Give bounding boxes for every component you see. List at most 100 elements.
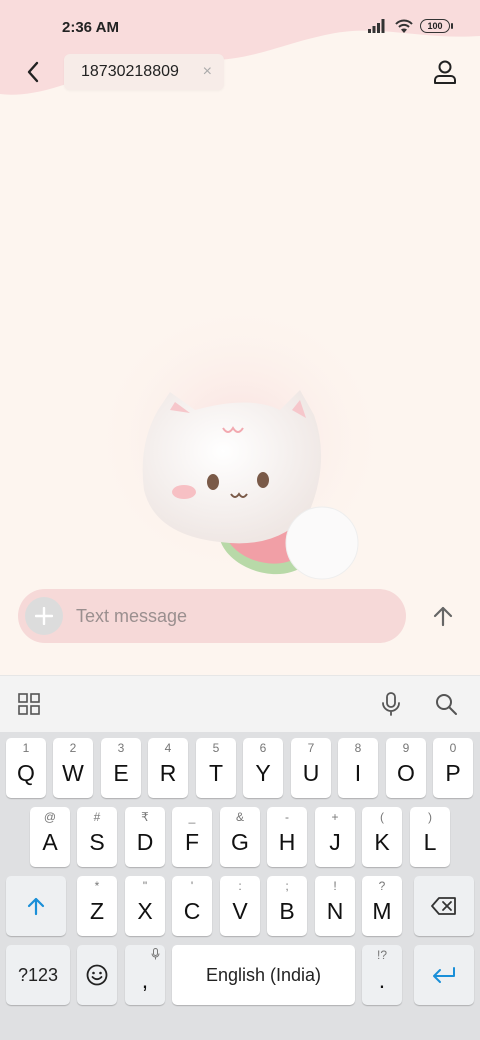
backspace-icon	[431, 897, 456, 915]
key-s[interactable]: # S	[77, 807, 117, 867]
key-hint: 1	[22, 741, 30, 755]
contact-button[interactable]	[432, 58, 458, 86]
space-key[interactable]: English (India)	[172, 945, 355, 1005]
key-z[interactable]: * Z	[77, 876, 117, 936]
mic-hint-icon	[151, 948, 160, 960]
key-label: M	[372, 897, 392, 924]
message-composer	[18, 589, 406, 643]
key-j[interactable]: + J	[315, 807, 355, 867]
conversation-header: 18730218809 ×	[0, 50, 480, 96]
key-u[interactable]: 7U	[291, 738, 331, 798]
period-key[interactable]: !?.	[362, 945, 402, 1005]
key-r[interactable]: 4R	[148, 738, 188, 798]
key-label: O	[397, 759, 415, 786]
emoji-icon	[86, 964, 108, 986]
keyboard: 1Q 2W 3E 4R 5T 6Y 7U 8I 9O 0P @ A # S ₹ D _…	[0, 732, 480, 1040]
key-h[interactable]: -H	[267, 807, 307, 867]
key-l[interactable]: ) L	[410, 807, 450, 867]
key-label: I	[354, 759, 362, 786]
key-n[interactable]: ! N	[315, 876, 355, 936]
key-v[interactable]: :V	[220, 876, 260, 936]
key-y[interactable]: 6Y	[243, 738, 283, 798]
shift-key[interactable]	[6, 876, 66, 936]
search-icon[interactable]	[434, 692, 458, 716]
attach-button[interactable]	[25, 597, 63, 635]
key-hint: (	[380, 810, 384, 824]
key-hint: 8	[354, 741, 362, 755]
emoji-key[interactable]	[77, 945, 117, 1005]
key-p[interactable]: 0P	[433, 738, 473, 798]
send-button[interactable]	[428, 601, 458, 631]
back-button[interactable]	[18, 56, 48, 88]
key-hint: ;	[285, 879, 289, 893]
keyboard-toolbar	[0, 675, 480, 732]
signal-icon	[368, 19, 385, 33]
key-hint: !	[333, 879, 337, 893]
symbols-key[interactable]: ?123	[6, 945, 70, 1005]
key-label: J	[329, 828, 341, 855]
key-hint: 7	[307, 741, 315, 755]
key-hint: !?	[376, 948, 387, 962]
key-label: Y	[255, 759, 271, 786]
key-label: T	[208, 759, 224, 786]
enter-arrow	[433, 967, 455, 983]
enter-icon	[433, 967, 455, 983]
key-label: B	[279, 897, 295, 924]
key-b[interactable]: ; B	[267, 876, 307, 936]
key-label: S	[89, 828, 105, 855]
key-d[interactable]: ₹ D	[125, 807, 165, 867]
key-hint: @	[43, 810, 57, 824]
key-x[interactable]: " X	[125, 876, 165, 936]
key-label: W	[62, 759, 84, 786]
key-hint: ?	[378, 879, 386, 893]
status-icons: 100	[368, 18, 453, 34]
comma-key[interactable]: ,	[125, 945, 165, 1005]
key-hint: )	[428, 810, 432, 824]
battery-level: 100	[427, 21, 443, 31]
key-label: Z	[89, 897, 105, 924]
enter-key[interactable]	[414, 945, 474, 1005]
recipient-number: 18730218809	[81, 63, 179, 80]
contact-icon	[434, 60, 456, 84]
key-k[interactable]: (K	[362, 807, 402, 867]
space-key-label: English (India)	[205, 964, 322, 985]
key-label: L	[423, 828, 437, 855]
mic-icon[interactable]	[380, 692, 402, 716]
key-i[interactable]: 8I	[338, 738, 378, 798]
wifi-icon	[395, 19, 413, 33]
key-hint: 0	[449, 741, 457, 755]
key-label: G	[231, 828, 249, 855]
shift-arrow-icon	[27, 897, 45, 916]
key-g[interactable]: & G	[220, 807, 260, 867]
remove-recipient-icon[interactable]: ×	[203, 63, 212, 81]
key-hint: _	[188, 810, 196, 824]
mic-hint-capsule	[153, 948, 158, 956]
battery-icon: 100	[420, 19, 453, 33]
key-o[interactable]: 9O	[386, 738, 426, 798]
emoji-smile	[91, 976, 103, 981]
key-m[interactable]: ? M	[362, 876, 402, 936]
cat-mascot-illustration	[100, 300, 390, 580]
key-hint: &	[235, 810, 244, 824]
key-c[interactable]: ' C	[172, 876, 212, 936]
key-hint: 4	[164, 741, 172, 755]
key-q[interactable]: 1Q	[6, 738, 46, 798]
emoji-eye-left	[92, 971, 95, 975]
key-label: R	[159, 759, 177, 786]
key-label: E	[113, 759, 129, 786]
key-w[interactable]: 2W	[53, 738, 93, 798]
text-message-input[interactable]	[76, 605, 376, 627]
key-t[interactable]: 5T	[196, 738, 236, 798]
key-label: P	[445, 759, 461, 786]
key-f[interactable]: _ F	[172, 807, 212, 867]
key-a[interactable]: @ A	[30, 807, 70, 867]
key-e[interactable]: 3E	[101, 738, 141, 798]
recipient-chip[interactable]: 18730218809 ×	[64, 54, 224, 90]
key-hint: -	[285, 810, 289, 824]
backspace-key[interactable]	[414, 876, 474, 936]
grid-icon[interactable]	[18, 693, 40, 715]
period-key-label: .	[378, 966, 386, 993]
key-hint: 6	[259, 741, 267, 755]
emoji-eye-right	[99, 971, 102, 975]
key-hint: +	[331, 810, 339, 824]
